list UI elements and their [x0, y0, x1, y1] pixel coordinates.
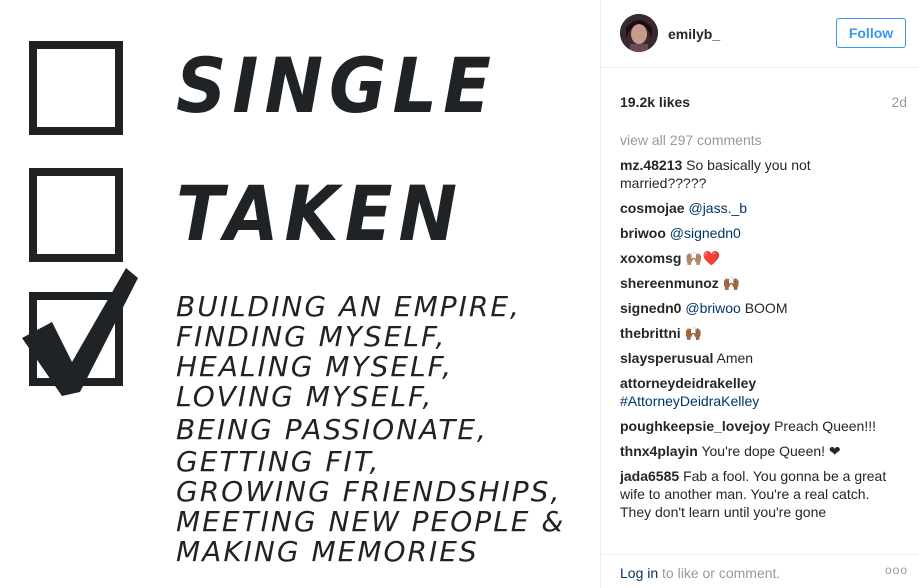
comment-text: You're dope Queen! ❤: [701, 443, 841, 459]
comment-item: attorneydeidrakelley #AttorneyDeidraKell…: [620, 374, 892, 410]
comment-username[interactable]: briwoo: [620, 225, 666, 241]
comment-list: mz.48213 So basically you not married???…: [620, 156, 892, 528]
comment-username[interactable]: thebrittni: [620, 325, 681, 341]
login-prompt: Log in to like or comment.: [620, 565, 780, 581]
comment-username[interactable]: xoxomsg: [620, 250, 681, 266]
post-age[interactable]: 2d: [891, 94, 907, 110]
comment-username[interactable]: signedn0: [620, 300, 681, 316]
list-line: LOVING MYSELF,: [176, 380, 434, 413]
comment-username[interactable]: thnx4playin: [620, 443, 698, 459]
comment-text: 🙌🏾: [684, 325, 702, 341]
avatar-image: [620, 14, 658, 52]
post-sidebar: emilyb_ Follow 19.2k likes 2d view all 2…: [600, 0, 919, 588]
comment-mention[interactable]: @signedn0: [670, 225, 741, 241]
follow-button[interactable]: Follow: [836, 18, 906, 48]
comment-text: Amen: [716, 350, 754, 366]
comment-item: thnx4playin You're dope Queen! ❤: [620, 442, 892, 460]
comment-mention[interactable]: @jass._b: [688, 200, 747, 216]
comment-mention[interactable]: @briwoo: [685, 300, 740, 316]
comment-item: poughkeepsie_lovejoy Preach Queen!!!: [620, 417, 892, 435]
login-link[interactable]: Log in: [620, 565, 658, 581]
list-line: BEING PASSIONATE,: [176, 413, 488, 446]
comment-item: slaysperusual Amen: [620, 349, 892, 367]
comment-item: shereenmunoz 🙌🏾: [620, 274, 892, 292]
list-line: HEALING MYSELF,: [176, 350, 454, 383]
comment-username[interactable]: shereenmunoz: [620, 275, 719, 291]
word-taken: TAKEN: [176, 170, 464, 259]
comment-username[interactable]: jada6585: [620, 468, 679, 484]
comment-username[interactable]: slaysperusual: [620, 350, 713, 366]
comment-username[interactable]: poughkeepsie_lovejoy: [620, 418, 770, 434]
comment-text: Preach Queen!!!: [774, 418, 877, 434]
checkbox-single: [29, 41, 123, 135]
comment-username[interactable]: mz.48213: [620, 157, 682, 173]
list-line: MEETING NEW PEOPLE &: [176, 505, 566, 538]
comment-mention[interactable]: #AttorneyDeidraKelley: [620, 393, 759, 409]
comment-username[interactable]: attorneydeidrakelley: [620, 375, 756, 391]
view-all-comments-link[interactable]: view all 297 comments: [620, 132, 762, 148]
comment-item: thebrittni 🙌🏾: [620, 324, 892, 342]
word-single: SINGLE: [176, 42, 497, 131]
comment-item: briwoo @signedn0: [620, 224, 892, 242]
list-line: GROWING FRIENDSHIPS,: [176, 475, 562, 508]
likes-count[interactable]: 19.2k likes: [620, 94, 690, 110]
comment-item: jada6585 Fab a fool. You gonna be a grea…: [620, 467, 892, 521]
post-image[interactable]: SINGLE TAKEN BUILDING AN EMPIRE, FINDING…: [0, 0, 600, 588]
comment-text: 🙌🏾: [722, 275, 741, 291]
username[interactable]: emilyb_: [668, 26, 720, 42]
comment-item: mz.48213 So basically you not married???…: [620, 156, 892, 192]
login-prompt-text: to like or comment.: [658, 565, 781, 581]
list-line: MAKING MEMORIES: [176, 535, 479, 568]
post-footer: Log in to like or comment. ooo: [601, 554, 919, 588]
comment-text: BOOM: [744, 300, 788, 316]
list-line: GETTING FIT,: [176, 445, 381, 478]
post-header: emilyb_ Follow: [601, 0, 919, 68]
list-line: BUILDING AN EMPIRE,: [176, 290, 521, 323]
avatar[interactable]: [620, 14, 658, 52]
list-line: FINDING MYSELF,: [176, 320, 447, 353]
checkbox-taken: [29, 168, 123, 262]
comment-item: xoxomsg 🙌🏽❤️: [620, 249, 892, 267]
comment-item: signedn0 @briwoo BOOM: [620, 299, 892, 317]
comment-username[interactable]: cosmojae: [620, 200, 685, 216]
comment-text: 🙌🏽❤️: [685, 250, 721, 266]
more-options-icon[interactable]: ooo: [885, 563, 908, 577]
comment-item: cosmojae @jass._b: [620, 199, 892, 217]
